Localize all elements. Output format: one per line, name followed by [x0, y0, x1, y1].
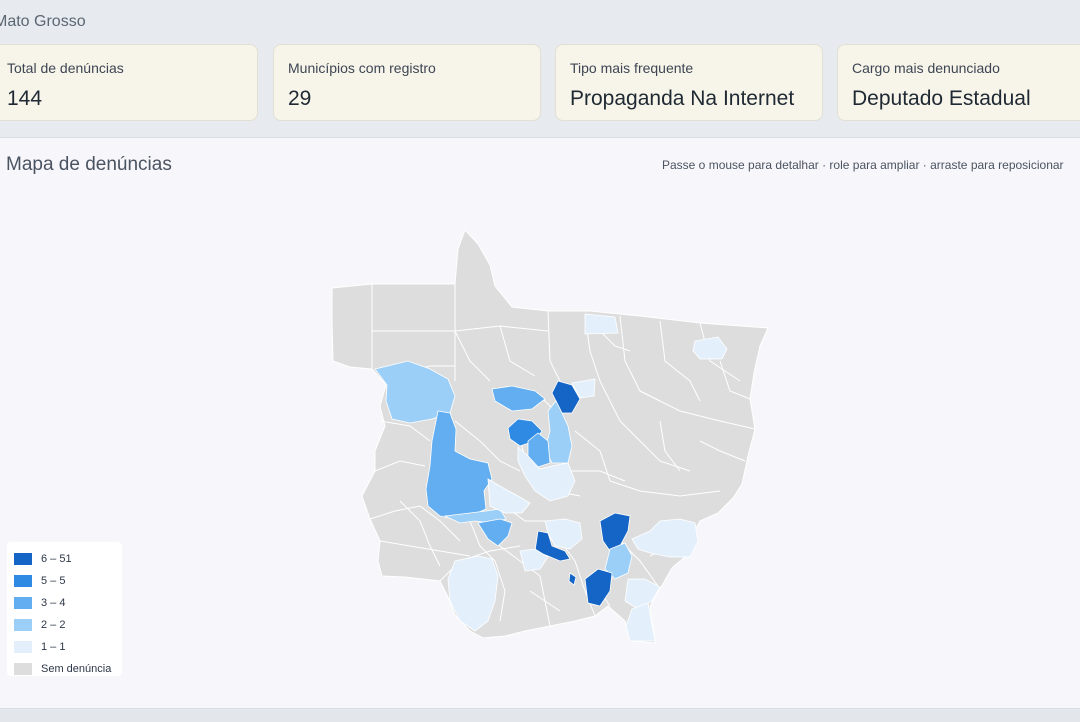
- legend-swatch: [14, 641, 32, 653]
- kpi-card-municipios: Municípios com registro 29: [273, 44, 541, 121]
- legend-item[interactable]: 6 – 51: [14, 548, 122, 570]
- legend-swatch: [14, 619, 32, 631]
- choropleth-map[interactable]: [0, 138, 1080, 710]
- kpi-value: Deputado Estadual: [852, 87, 1031, 110]
- map-legend: 6 – 51 5 – 5 3 – 4 2 – 2 1 – 1 Sem denún…: [7, 542, 122, 676]
- legend-swatch: [14, 663, 32, 675]
- legend-swatch: [14, 553, 32, 565]
- legend-item[interactable]: Sem denúncia: [14, 658, 122, 680]
- legend-item[interactable]: 2 – 2: [14, 614, 122, 636]
- kpi-label: Tipo mais frequente: [570, 60, 694, 76]
- footer-strip: [0, 710, 1080, 722]
- legend-label: 5 – 5: [41, 575, 66, 587]
- legend-label: Sem denúncia: [41, 663, 112, 675]
- kpi-value: 29: [288, 87, 312, 110]
- kpi-value: 144: [7, 87, 43, 110]
- legend-label: 3 – 4: [41, 597, 66, 609]
- kpi-card-total: Total de denúncias 144: [0, 44, 258, 121]
- municipality-region[interactable]: [584, 313, 619, 335]
- kpi-card-tipo: Tipo mais frequente Propaganda Na Intern…: [555, 44, 823, 121]
- map-panel: Mapa de denúncias Passe o mouse para det…: [0, 137, 1080, 709]
- legend-item[interactable]: 1 – 1: [14, 636, 122, 658]
- legend-label: 2 – 2: [41, 619, 66, 631]
- kpi-label: Total de denúncias: [7, 60, 124, 76]
- page-title: Mato Grosso: [0, 13, 86, 30]
- legend-swatch: [14, 597, 32, 609]
- legend-label: 6 – 51: [41, 553, 72, 565]
- kpi-label: Municípios com registro: [288, 60, 436, 76]
- legend-label: 1 – 1: [41, 641, 66, 653]
- legend-swatch: [14, 575, 32, 587]
- legend-item[interactable]: 5 – 5: [14, 570, 122, 592]
- kpi-label: Cargo mais denunciado: [852, 60, 1000, 76]
- kpi-value: Propaganda Na Internet: [570, 87, 795, 110]
- legend-item[interactable]: 3 – 4: [14, 592, 122, 614]
- kpi-card-cargo: Cargo mais denunciado Deputado Estadual: [837, 44, 1080, 121]
